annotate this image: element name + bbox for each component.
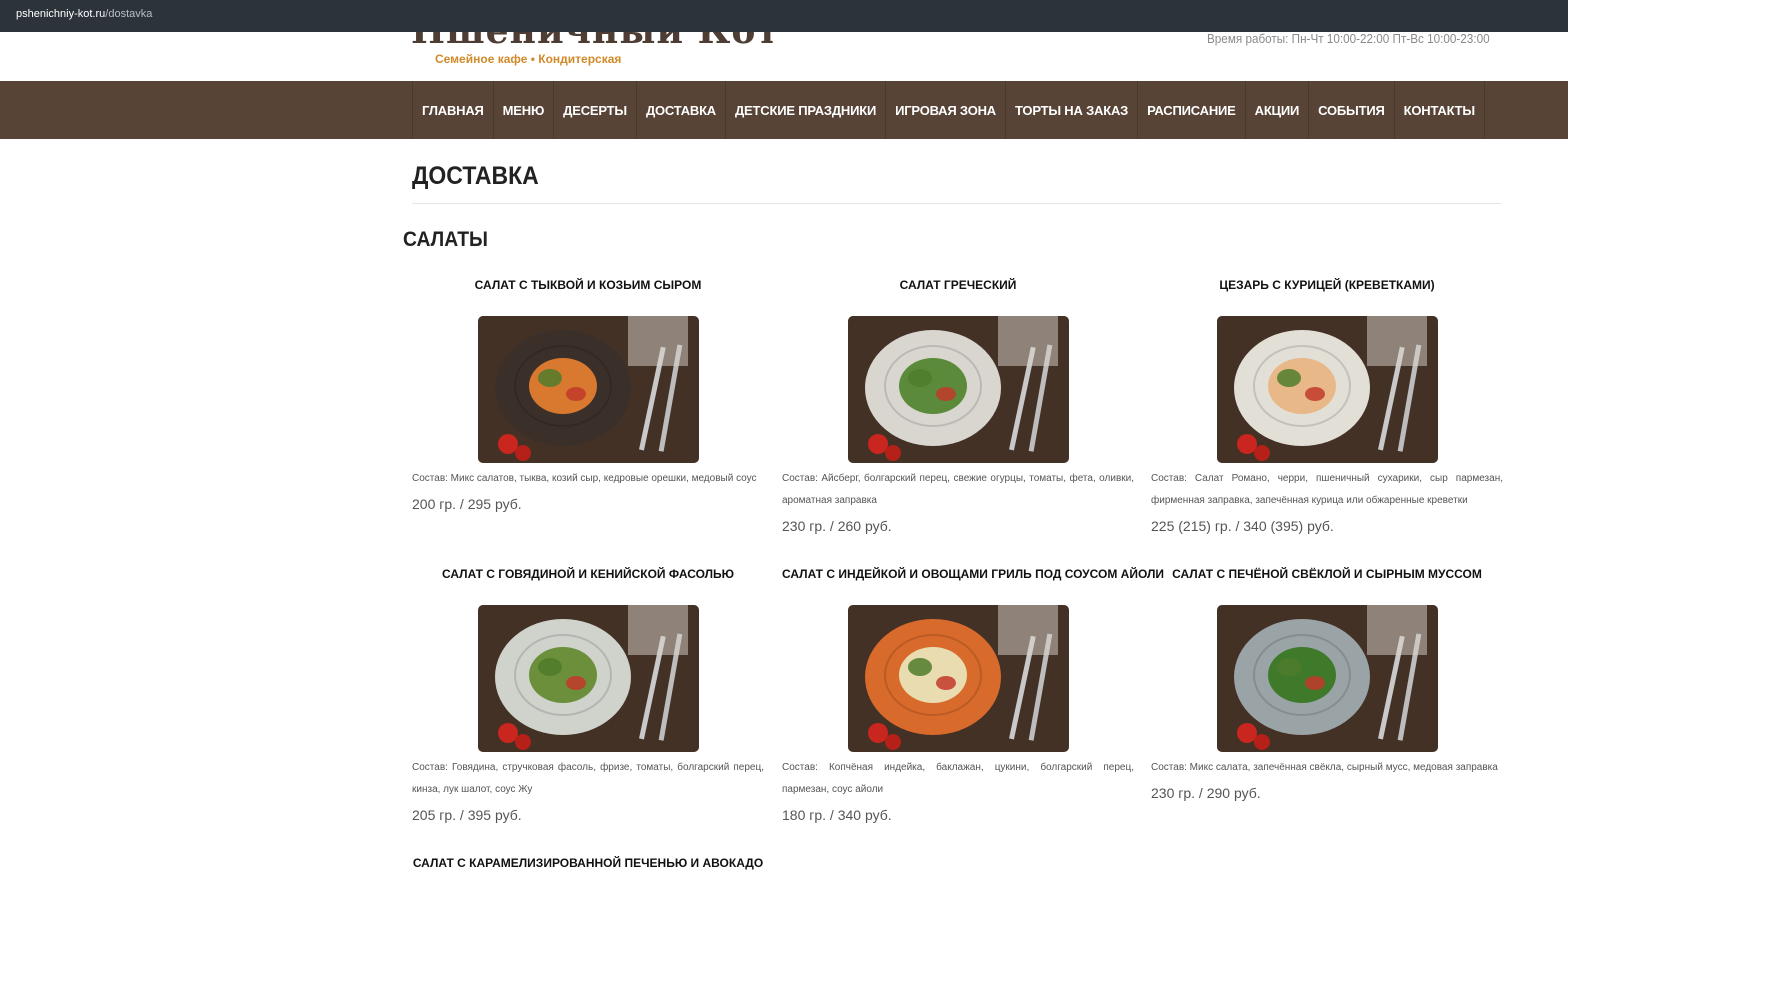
- site-tagline: Семейное кафе • Кондитерская: [435, 52, 622, 66]
- nav-item[interactable]: АКЦИИ: [1246, 81, 1310, 139]
- nav-item[interactable]: ИГРОВАЯ ЗОНА: [886, 81, 1006, 139]
- site-logo[interactable]: Пшеничный Кот: [411, 32, 780, 52]
- browser-address-bar[interactable]: pshenichniy-kot.ru/dostavka: [0, 0, 1568, 32]
- product-description: Состав: Микс салатов, тыква, козий сыр, …: [412, 473, 757, 484]
- url-path: /dostavka: [105, 8, 153, 20]
- product-description: Состав: Говядина, стручковая фасоль, фри…: [412, 762, 764, 795]
- product-price: 230 гр. / 290 руб.: [1151, 785, 1261, 801]
- main-navigation: ГЛАВНАЯ МЕНЮ ДЕСЕРТЫ ДОСТАВКА ДЕТСКИЕ ПРАЗДН…: [0, 81, 1568, 139]
- product-description: Состав: Айсберг, болгарский перец, свежи…: [782, 473, 1134, 506]
- product-name: САЛАТ ГРЕЧЕСКИЙ: [899, 278, 1017, 292]
- nav-item[interactable]: СОБЫТИЯ: [1309, 81, 1395, 139]
- url-text[interactable]: pshenichniy-kot.ru/dostavka: [16, 8, 152, 20]
- product-price: 200 гр. / 295 руб.: [412, 496, 522, 512]
- nav-item[interactable]: ГЛАВНАЯ: [413, 81, 494, 139]
- product-photo[interactable]: [478, 316, 699, 463]
- title-divider: [412, 203, 1501, 204]
- product-name: САЛАТ С ПЕЧЁНОЙ СВЁКЛОЙ И СЫРНЫМ МУССОМ: [1172, 567, 1482, 581]
- product-name: САЛАТ С ИНДЕЙКОЙ И ОВОЩАМИ ГРИЛЬ ПОД СОУ…: [782, 567, 1165, 581]
- opening-hours: Время работы: Пн-Чт 10:00-22:00 Пт-Вс 10…: [1207, 32, 1490, 46]
- product-price: 205 гр. / 395 руб.: [412, 807, 522, 823]
- section-title-salads: САЛАТЫ: [403, 228, 488, 251]
- nav-item[interactable]: ДЕСЕРТЫ: [554, 81, 637, 139]
- product-name: САЛАТ С ГОВЯДИНОЙ И КЕНИЙСКОЙ ФАСОЛЬЮ: [441, 567, 735, 581]
- product-price: 230 гр. / 260 руб.: [782, 518, 892, 534]
- site-header: Пшеничный Кот Семейное кафе • Кондитерск…: [0, 32, 1568, 81]
- product-price: 180 гр. / 340 руб.: [782, 807, 892, 823]
- product-photo[interactable]: [1217, 605, 1438, 752]
- nav-item[interactable]: ДЕТСКИЕ ПРАЗДНИКИ: [726, 81, 887, 139]
- nav-item[interactable]: РАСПИСАНИЕ: [1138, 81, 1246, 139]
- url-domain: pshenichniy-kot.ru: [16, 8, 106, 20]
- page-title: ДОСТАВКА: [412, 162, 539, 190]
- product-photo[interactable]: [1217, 316, 1438, 463]
- product-name: САЛАТ С ТЫКВОЙ И КОЗЬИМ СЫРОМ: [474, 278, 702, 292]
- nav-item[interactable]: МЕНЮ: [494, 81, 555, 139]
- nav-item[interactable]: ДОСТАВКА: [637, 81, 726, 139]
- product-photo[interactable]: [848, 316, 1069, 463]
- product-description: Состав: Копчёная индейка, баклажан, цуки…: [782, 762, 1134, 795]
- product-price: 225 (215) гр. / 340 (395) руб.: [1151, 518, 1334, 534]
- product-photo[interactable]: [478, 605, 699, 752]
- nav-item[interactable]: ТОРТЫ НА ЗАКАЗ: [1006, 81, 1139, 139]
- nav-item[interactable]: КОНТАКТЫ: [1395, 81, 1485, 139]
- product-description: Состав: Салат Романо, черри, пшеничный с…: [1151, 473, 1503, 506]
- product-name-partial: САЛАТ С КАРАМЕЛИЗИРОВАННОЙ ПЕЧЕНЬЮ И АВО…: [412, 856, 764, 870]
- product-photo[interactable]: [848, 605, 1069, 752]
- nav-menu: ГЛАВНАЯ МЕНЮ ДЕСЕРТЫ ДОСТАВКА ДЕТСКИЕ ПРАЗДН…: [412, 81, 1485, 139]
- product-name: ЦЕЗАРЬ С КУРИЦЕЙ (КРЕВЕТКАМИ): [1219, 278, 1435, 292]
- product-description: Состав: Микс салата, запечённая свёкла, …: [1151, 762, 1498, 773]
